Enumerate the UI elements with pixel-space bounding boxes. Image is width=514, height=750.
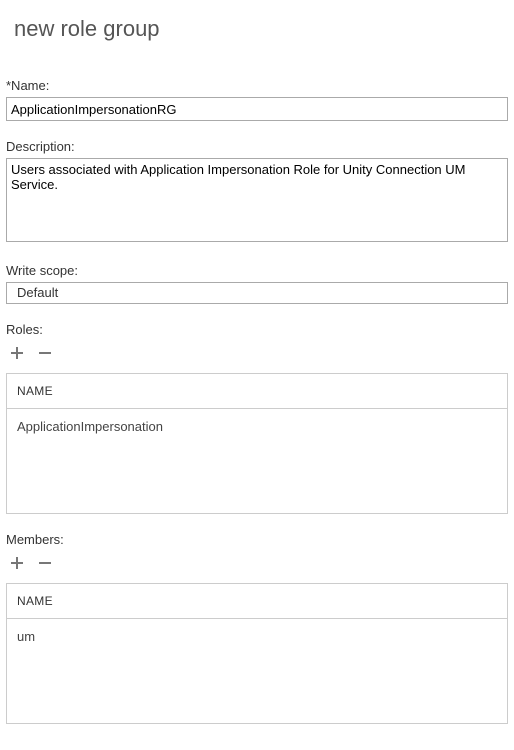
members-toolbar — [8, 555, 508, 573]
roles-remove-button[interactable] — [36, 345, 54, 363]
roles-label: Roles: — [6, 322, 508, 337]
roles-toolbar — [8, 345, 508, 363]
roles-section: Roles: NAME ApplicationImpersonation — [6, 322, 508, 514]
minus-icon — [37, 555, 53, 574]
plus-icon — [9, 345, 25, 364]
minus-icon — [37, 345, 53, 364]
list-item[interactable]: um — [17, 629, 497, 644]
description-label: Description: — [6, 139, 508, 154]
roles-add-button[interactable] — [8, 345, 26, 363]
plus-icon — [9, 555, 25, 574]
members-section: Members: NAME um — [6, 532, 508, 724]
members-remove-button[interactable] — [36, 555, 54, 573]
description-input[interactable]: Users associated with Application Impers… — [6, 158, 508, 242]
name-section: *Name: — [6, 78, 508, 121]
members-list: NAME um — [6, 583, 508, 724]
write-scope-select[interactable]: Default — [6, 282, 508, 304]
list-item[interactable]: ApplicationImpersonation — [17, 419, 497, 434]
roles-list-body[interactable]: ApplicationImpersonation — [7, 409, 507, 513]
write-scope-label: Write scope: — [6, 263, 508, 278]
roles-list-header: NAME — [7, 374, 507, 409]
members-add-button[interactable] — [8, 555, 26, 573]
members-list-body[interactable]: um — [7, 619, 507, 723]
members-label: Members: — [6, 532, 508, 547]
name-label: *Name: — [6, 78, 508, 93]
page-title: new role group — [14, 16, 504, 42]
write-scope-section: Write scope: Default — [6, 263, 508, 304]
name-input[interactable] — [6, 97, 508, 121]
roles-list: NAME ApplicationImpersonation — [6, 373, 508, 514]
description-section: Description: Users associated with Appli… — [6, 139, 508, 245]
members-list-header: NAME — [7, 584, 507, 619]
